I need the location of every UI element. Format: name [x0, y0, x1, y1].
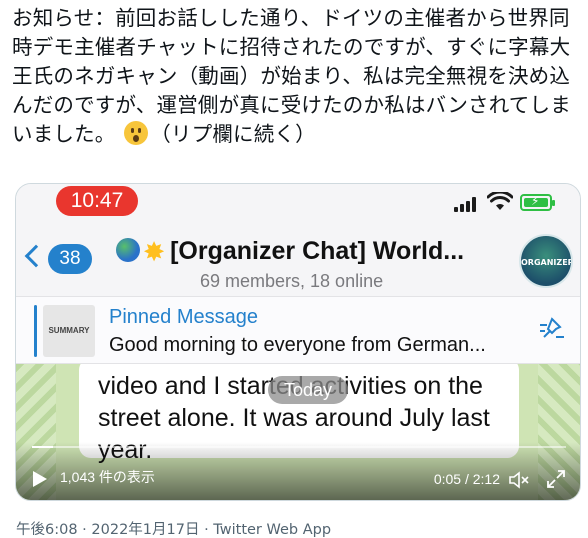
cellular-signal-icon	[454, 196, 482, 212]
group-avatar[interactable]: ORGANIZERS	[519, 234, 573, 288]
chat-title-text: [Organizer Chat] World...	[170, 237, 465, 265]
star-icon: ✸	[144, 239, 165, 266]
volume-muted-icon[interactable]	[508, 471, 530, 489]
pinned-thumbnail: SUMMARY	[43, 305, 95, 357]
hushed-face-icon	[124, 121, 149, 145]
tweet-text-continuation: （リプ欄に続く）	[150, 122, 316, 146]
back-chevron-icon[interactable]	[24, 244, 48, 268]
source-app: Twitter Web App	[213, 522, 332, 538]
pinned-message-bar[interactable]: SUMMARY Pinned Message Good morning to e…	[16, 296, 580, 364]
view-count: 1,043 件の表示	[60, 469, 155, 485]
pin-list-icon[interactable]	[538, 317, 566, 341]
progress-bar[interactable]	[32, 446, 566, 448]
wifi-icon	[487, 192, 513, 210]
globe-icon	[116, 238, 140, 262]
timecode: 0:05 / 2:12	[433, 471, 500, 487]
tweet-timestamp[interactable]: 午後6:08 · 2022年1月17日 ·	[16, 522, 213, 538]
tweet-metadata: 午後6:08 · 2022年1月17日 · Twitter Web App	[16, 518, 331, 538]
pinned-text: Good morning to everyone from German...	[109, 334, 486, 356]
pinned-label: Pinned Message	[109, 306, 258, 328]
phone-status-bar: 10:47 ⚡	[16, 184, 580, 224]
fullscreen-icon[interactable]	[546, 469, 566, 489]
chat-header: 38 ✸ [Organizer Chat] World... 69 members…	[16, 224, 580, 296]
battery-charging-icon: ⚡	[520, 194, 555, 211]
progress-fill	[32, 446, 54, 448]
date-pill: Today	[268, 376, 348, 404]
chat-subtitle: 69 members, 18 online	[200, 271, 384, 291]
chat-title[interactable]: ✸ [Organizer Chat] World...	[116, 237, 506, 267]
tweet-text: お知らせ：前回お話しした通り、ドイツの主催者から世界同時デモ主催者チャットに招待…	[12, 4, 582, 149]
pinned-indicator	[34, 305, 37, 357]
status-time: 10:47	[56, 186, 138, 216]
play-icon[interactable]	[32, 470, 48, 488]
video-player[interactable]: 10:47 ⚡ 38 ✸ [Organizer Chat] World... 69…	[15, 183, 581, 501]
unread-count-badge[interactable]: 38	[48, 244, 92, 274]
